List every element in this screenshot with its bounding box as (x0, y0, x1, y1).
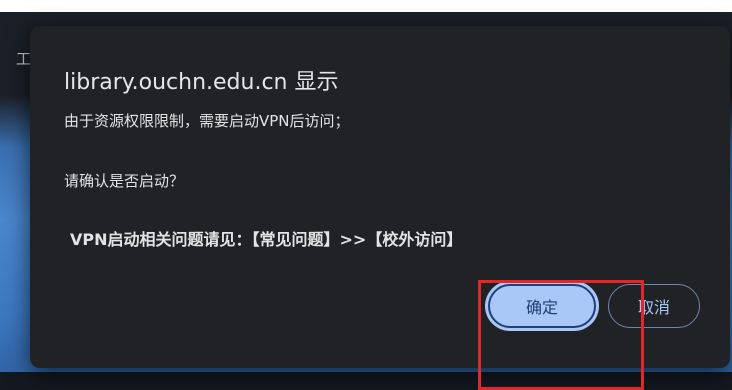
page-edge-text: 工 (16, 50, 32, 68)
ok-button[interactable]: 确定 (488, 284, 596, 328)
dialog-message-line3: VPN启动相关问题请见：【常见问题】>>【校外访问】 (70, 230, 463, 249)
dialog-message-line2: 请确认是否启动？ (64, 172, 185, 190)
dialog-message-line1: 由于资源权限限制，需要启动VPN后访问； (64, 112, 350, 130)
top-strip (0, 0, 732, 12)
cancel-button[interactable]: 取消 (608, 284, 700, 328)
confirm-dialog: library.ouchn.edu.cn 显示 由于资源权限限制，需要启动VPN… (30, 26, 730, 390)
dialog-title: library.ouchn.edu.cn 显示 (64, 70, 339, 95)
bottom-strip (0, 372, 732, 390)
